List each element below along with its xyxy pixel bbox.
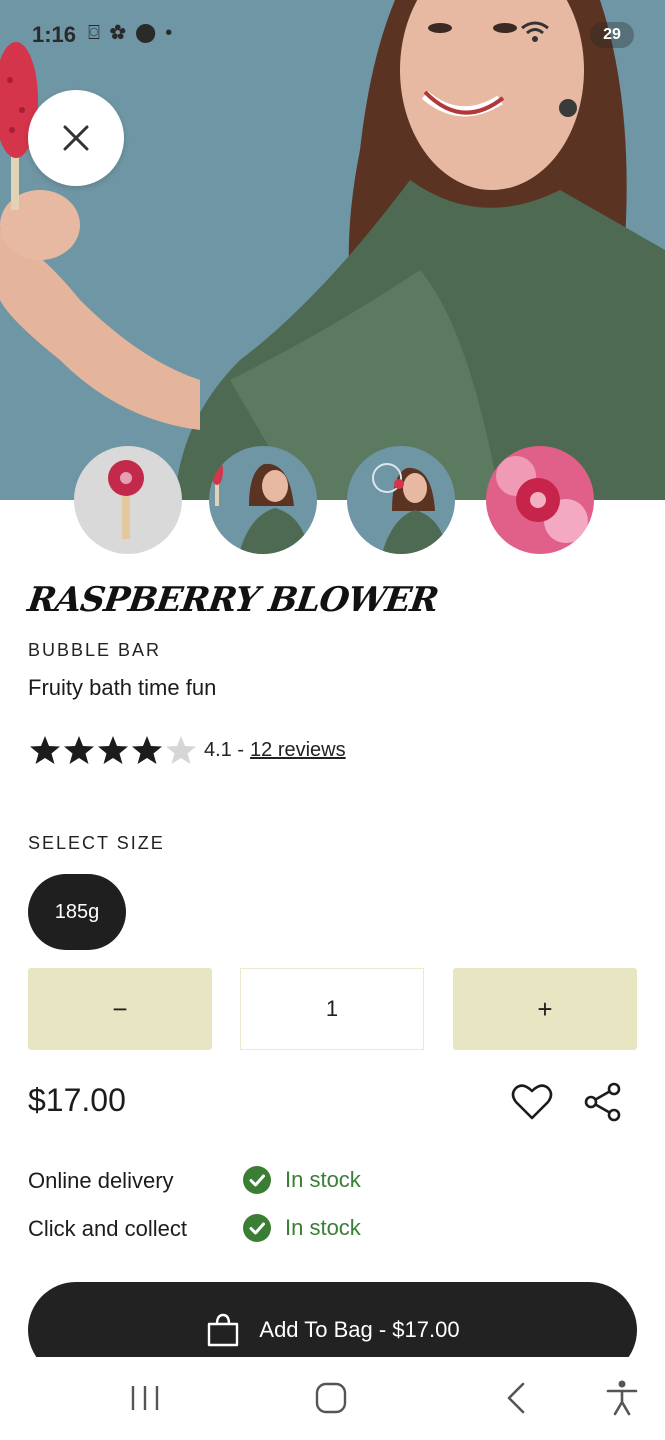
status-time: 1:16 bbox=[32, 22, 77, 47]
status-bar: 1:16 ⌼ ✿ ⬤ • 29 bbox=[0, 0, 665, 70]
hero-product-image bbox=[0, 0, 665, 500]
thumbnail-1[interactable] bbox=[74, 446, 182, 554]
accessibility-icon[interactable] bbox=[602, 1378, 642, 1418]
quantity-field[interactable]: 1 bbox=[240, 968, 424, 1050]
quantity-decrement-button[interactable]: − bbox=[28, 968, 212, 1050]
reviews-link[interactable]: 12 reviews bbox=[250, 739, 346, 762]
star-filled-icon bbox=[30, 736, 60, 764]
star-empty-icon bbox=[166, 736, 196, 764]
rating-row: 4.1 - 12 reviews bbox=[28, 733, 346, 767]
minus-icon: − bbox=[112, 993, 128, 1024]
wifi-icon bbox=[520, 20, 550, 49]
size-option-185g[interactable]: 185g bbox=[28, 874, 126, 950]
hero-photo bbox=[0, 0, 665, 500]
status-notification-icons: ⌼ ✿ ⬤ • bbox=[88, 22, 175, 44]
thumbnail-2[interactable] bbox=[209, 446, 317, 554]
thumbnail-4[interactable] bbox=[486, 446, 594, 554]
click-collect-label: Click and collect bbox=[28, 1216, 187, 1241]
online-delivery-label: Online delivery bbox=[28, 1168, 174, 1193]
check-circle-icon bbox=[243, 1166, 271, 1194]
stock-status-text: In stock bbox=[285, 1215, 361, 1240]
recent-apps-icon[interactable] bbox=[125, 1378, 165, 1418]
home-icon[interactable] bbox=[311, 1378, 351, 1418]
thumbnail-4-image bbox=[486, 446, 594, 554]
click-collect-status: In stock bbox=[243, 1214, 361, 1242]
size-option-label: 185g bbox=[54, 900, 100, 923]
product-tagline: Fruity bath time fun bbox=[28, 675, 217, 700]
wishlist-heart-icon[interactable] bbox=[510, 1080, 554, 1124]
thumbnail-2-image bbox=[209, 446, 317, 554]
product-price: $17.00 bbox=[28, 1082, 126, 1118]
check-circle-icon bbox=[243, 1214, 271, 1242]
share-icon[interactable] bbox=[582, 1080, 624, 1124]
thumbnail-3[interactable] bbox=[347, 446, 455, 554]
battery-indicator: 29 bbox=[590, 22, 634, 48]
close-icon bbox=[63, 125, 89, 151]
rating-value: 4.1 - bbox=[204, 738, 245, 761]
battery-level: 29 bbox=[603, 26, 621, 43]
close-button[interactable] bbox=[28, 90, 124, 186]
add-to-bag-label: Add To Bag - $17.00 bbox=[259, 1317, 460, 1342]
select-size-label: SELECT SIZE bbox=[28, 833, 165, 853]
product-title: RASPBERRY BLOWER bbox=[25, 580, 441, 620]
online-delivery-status: In stock bbox=[243, 1166, 361, 1194]
shopping-bag-icon bbox=[208, 1313, 239, 1347]
thumbnail-3-image bbox=[347, 446, 455, 554]
star-filled-icon bbox=[98, 736, 128, 764]
product-category: BUBBLE BAR bbox=[28, 640, 162, 660]
quantity-value: 1 bbox=[325, 996, 339, 1021]
star-filled-icon bbox=[132, 736, 162, 764]
quantity-increment-button[interactable]: + bbox=[453, 968, 637, 1050]
thumbnail-1-image bbox=[74, 446, 182, 554]
stock-status-text: In stock bbox=[285, 1167, 361, 1192]
plus-icon: + bbox=[537, 993, 553, 1024]
star-filled-icon bbox=[64, 736, 94, 764]
back-icon[interactable] bbox=[497, 1378, 537, 1418]
